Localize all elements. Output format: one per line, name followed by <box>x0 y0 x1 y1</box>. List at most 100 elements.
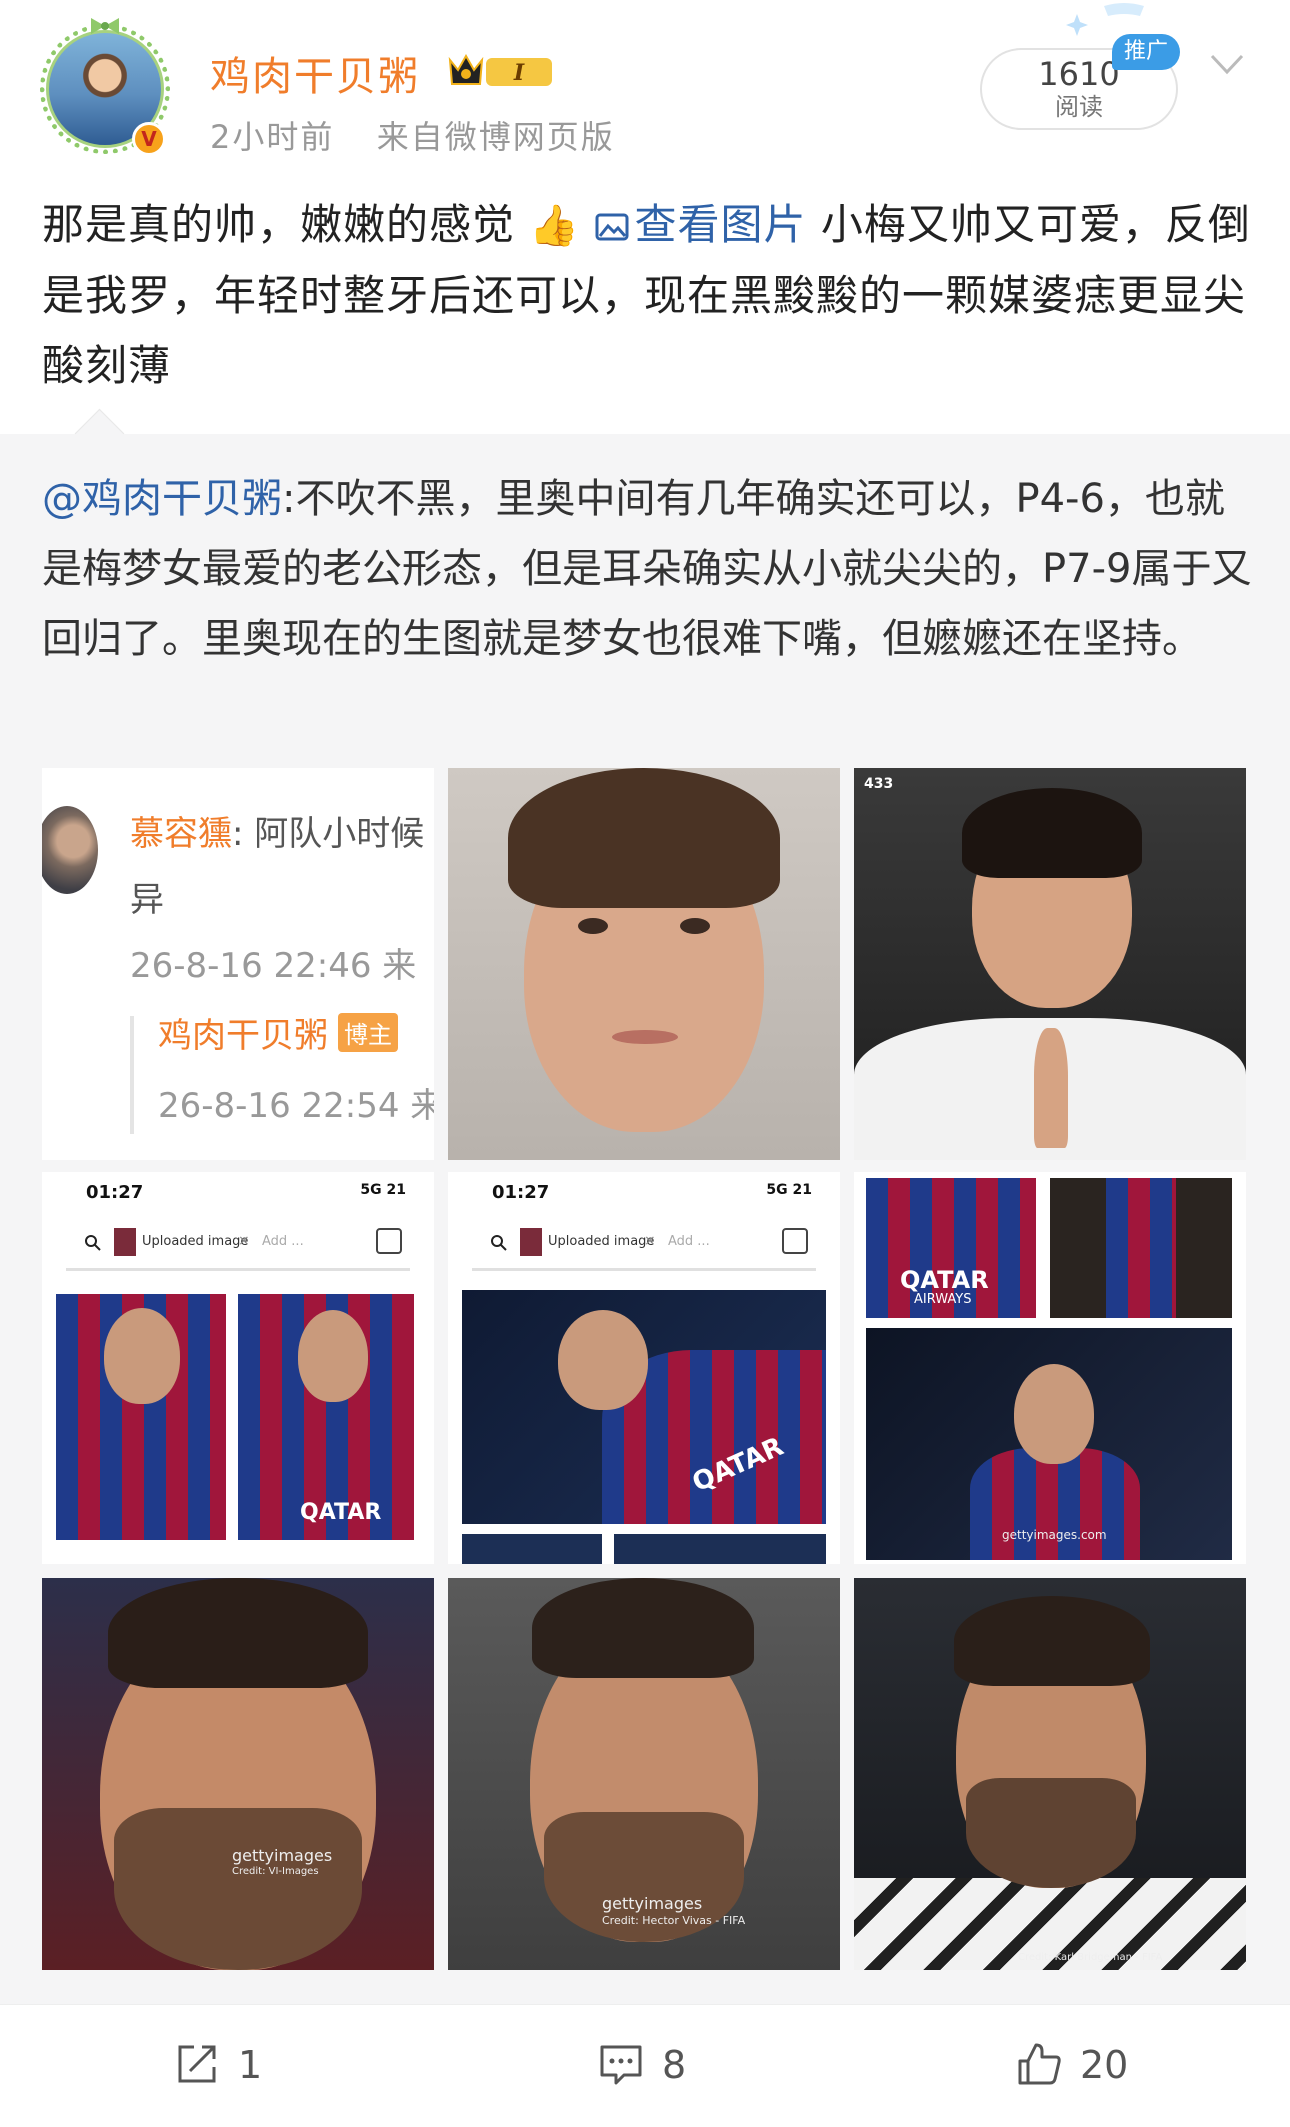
photo-credit: Credit: Hector Vivas - FIFA <box>602 1914 746 1927</box>
result-photo: QATAR <box>238 1294 414 1540</box>
thumbs-up-emoji: 👍 <box>529 203 581 249</box>
face-shape <box>558 1310 648 1410</box>
repost-count: 1 <box>238 2043 263 2087</box>
result-photo <box>56 1294 226 1540</box>
avatar[interactable]: V <box>40 18 170 156</box>
battery-label: 21 <box>386 1182 406 1198</box>
chevron-down-icon[interactable] <box>1210 52 1244 76</box>
watermark: gettyimages.com <box>1002 1528 1107 1542</box>
face-shape <box>298 1310 368 1402</box>
comment-count: 8 <box>662 2043 687 2087</box>
jersey-photo: QATAR AIRWAYS <box>866 1178 1036 1318</box>
image-adult-portrait-2[interactable]: gettyimages Credit: Hector Vivas - FIFA <box>448 1578 840 1970</box>
comment-continuation: 异 <box>130 880 164 920</box>
search-icon <box>85 1235 101 1251</box>
image-child-praying[interactable]: 433 <box>854 768 1246 1160</box>
uploaded-image-label: Uploaded image <box>548 1234 655 1249</box>
bow-icon <box>91 18 119 34</box>
post-header: V 鸡肉干贝粥 I 2小时前 来自微博网页版 1610 阅读 推广 <box>0 0 1290 180</box>
comment-time: 26-8-16 22:46 来 <box>130 946 417 986</box>
level-badge[interactable]: I <box>444 50 560 92</box>
svg-text:I: I <box>513 60 525 86</box>
uploaded-image-label: Uploaded image <box>142 1234 249 1249</box>
sponsor-subtext: AIRWAYS <box>914 1292 972 1307</box>
add-label: Add ... <box>262 1234 304 1249</box>
post-meta: 2小时前 来自微博网页版 <box>210 112 615 158</box>
uploaded-thumb <box>520 1228 542 1256</box>
status-time: 01:27 <box>86 1182 144 1203</box>
image-comment-screenshot[interactable]: 慕容獯: 阿队小时候 异 26-8-16 22:46 来 鸡肉干贝粥 博主 26-… <box>42 768 434 1160</box>
uploaded-thumb <box>114 1228 136 1256</box>
signal-label: 5G <box>766 1182 788 1198</box>
hair-shape <box>108 1578 368 1688</box>
hair-shape <box>508 768 780 908</box>
verified-badge: V <box>132 122 166 156</box>
jersey-shape <box>970 1448 1140 1560</box>
repost-block[interactable]: @鸡肉干贝粥:不吹不黑，里奥中间有几年确实还可以，P4-6，也就是梅梦女最爱的老… <box>0 408 1290 2004</box>
comment-text: : 阿队小时候 <box>232 814 425 854</box>
reply-divider <box>130 1016 134 1134</box>
image-adult-portrait-3[interactable]: Credit: Karl Bridgeman - FIFA <box>854 1578 1246 1970</box>
search-icon <box>491 1235 507 1251</box>
photo-credit-brand: gettyimages <box>232 1846 333 1865</box>
jersey-shape <box>1106 1178 1176 1318</box>
hands-shape <box>1034 1028 1068 1148</box>
hair-shape <box>532 1578 754 1678</box>
beard-shape <box>114 1808 362 1970</box>
view-image-link[interactable]: 查看图片 <box>595 200 807 249</box>
close-icon: × <box>238 1233 250 1249</box>
post-source[interactable]: 来自微博网页版 <box>377 118 615 156</box>
hair-shape <box>962 788 1142 878</box>
photo-credit-brand: gettyimages <box>602 1894 703 1913</box>
promo-tag[interactable]: 推广 <box>1112 34 1180 70</box>
post-text: 那是真的帅，嫩嫩的感觉 👍 查看图片 小梅又帅又可爱，反倒是我罗，年轻时整牙后还… <box>42 190 1252 401</box>
player-photo: gettyimages.com <box>866 1328 1232 1560</box>
result-photo-strip <box>462 1534 602 1564</box>
status-time: 01:27 <box>492 1182 550 1203</box>
photo-credit: Credit: Karl Bridgeman - FIFA <box>1018 1952 1163 1963</box>
reply-name: 鸡肉干贝粥 <box>158 1016 328 1056</box>
commenter-avatar <box>42 806 98 894</box>
hair-shape <box>954 1596 1150 1686</box>
photo-credit: Credit: VI-Images <box>232 1866 319 1877</box>
image-child-portrait[interactable] <box>448 768 840 1160</box>
image-grid: 慕容獯: 阿队小时候 异 26-8-16 22:46 来 鸡肉干贝粥 博主 26-… <box>42 768 1246 1970</box>
player-photo <box>1050 1178 1232 1318</box>
mention-link[interactable]: @鸡肉干贝粥 <box>42 476 282 522</box>
search-bar: Uploaded image × Add ... <box>66 1218 410 1271</box>
image-jersey-collage[interactable]: QATAR AIRWAYS gettyimages.com <box>854 1172 1246 1564</box>
post-time: 2小时前 <box>210 118 335 156</box>
commenter-name: 慕容獯 <box>130 814 232 854</box>
status-indicators: 5G 21 <box>766 1182 812 1198</box>
beard-shape <box>966 1778 1136 1888</box>
image-search-screenshot-b[interactable]: 01:27 5G 21 Uploaded image × Add ... QAT… <box>448 1172 840 1564</box>
username[interactable]: 鸡肉干贝粥 <box>210 44 420 102</box>
add-label: Add ... <box>668 1234 710 1249</box>
eye-shape <box>578 918 608 934</box>
sponsor-text: QATAR <box>900 1266 989 1294</box>
search-bar: Uploaded image × Add ... <box>472 1218 816 1271</box>
post-action-bar: 1 8 20 <box>0 2004 1290 2127</box>
camera-icon <box>376 1228 402 1254</box>
repost-notch <box>74 408 125 459</box>
repost-text: @鸡肉干贝粥:不吹不黑，里奥中间有几年确实还可以，P4-6，也就是梅梦女最爱的老… <box>42 464 1252 674</box>
comment-icon <box>600 2045 642 2085</box>
image-tag: 433 <box>864 776 894 792</box>
result-photo-strip <box>614 1534 826 1564</box>
reply-line: 鸡肉干贝粥 博主 <box>158 1008 398 1057</box>
image-search-screenshot-a[interactable]: 01:27 5G 21 Uploaded image × Add ... QAT… <box>42 1172 434 1564</box>
mouth-shape <box>612 1030 678 1044</box>
signal-label: 5G <box>360 1182 382 1198</box>
face-shape <box>1014 1364 1094 1464</box>
image-adult-portrait-1[interactable]: gettyimages Credit: VI-Images <box>42 1578 434 1970</box>
comment-line: 慕容獯: 阿队小时候 <box>130 806 424 855</box>
blogger-badge: 博主 <box>338 1013 398 1052</box>
status-indicators: 5G 21 <box>360 1182 406 1198</box>
camera-icon <box>782 1228 808 1254</box>
sponsor-text: QATAR <box>300 1500 382 1525</box>
close-icon: × <box>644 1233 656 1249</box>
post-text-part1: 那是真的帅，嫩嫩的感觉 <box>42 200 516 249</box>
result-photo: QATAR <box>462 1290 826 1524</box>
like-count: 20 <box>1080 2043 1129 2087</box>
read-label: 阅读 <box>1055 93 1103 121</box>
